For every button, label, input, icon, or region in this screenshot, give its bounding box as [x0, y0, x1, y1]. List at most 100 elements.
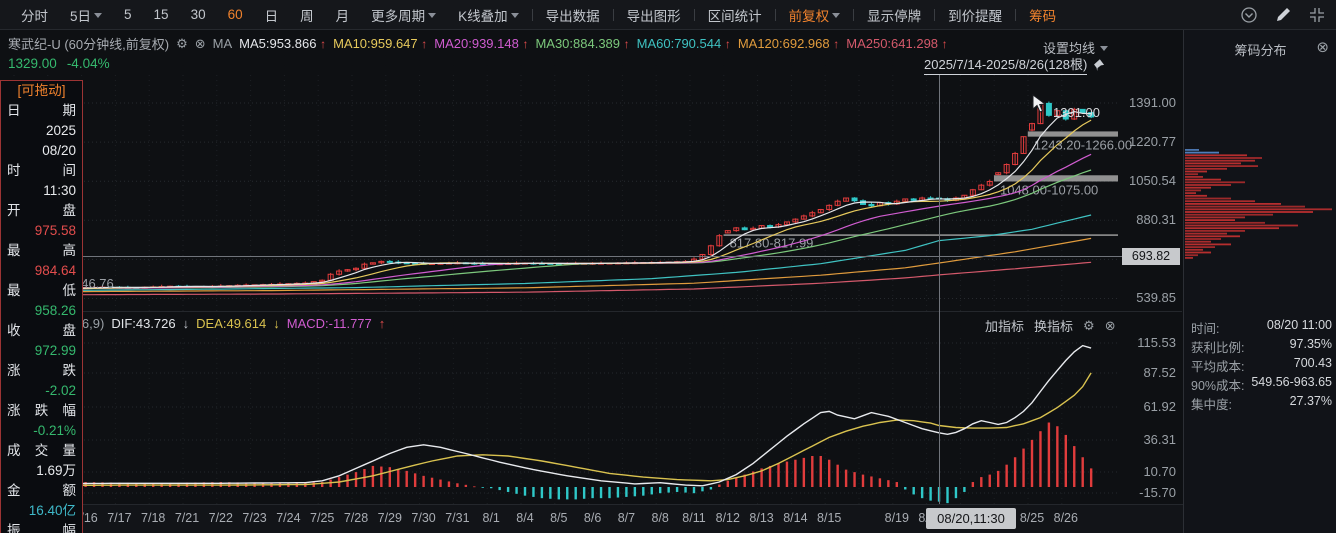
- crosshair-date-badge: 08/20,11:30: [926, 508, 1016, 529]
- info-value-7: -0.21%: [1, 421, 82, 441]
- ma-close-icon[interactable]: ⊗: [195, 36, 206, 52]
- dif-value: DIF:43.726: [111, 316, 175, 331]
- indicator-gear-icon[interactable]: ⚙: [1083, 318, 1095, 334]
- macd-tick-2: 61.92: [1143, 399, 1176, 414]
- toolbar-item-label: 前复权: [789, 5, 830, 25]
- toolbar-item-label: 区间统计: [708, 5, 762, 25]
- toolbar-separator: [853, 9, 854, 21]
- chart-header: 寒武纪-U (60分钟线,前复权) ⚙ ⊗ MA MA5:953.866 ↑MA…: [8, 34, 948, 53]
- macd-arrow-up-icon: ↑: [379, 316, 386, 331]
- info-value-8: 1.69万: [1, 461, 82, 481]
- symbol-title: 寒武纪-U (60分钟线,前复权): [8, 34, 169, 53]
- crosshair-price-badge: 693.82: [1122, 248, 1180, 265]
- ma-value-text: MA60:790.544: [637, 36, 725, 51]
- main-candlestick-chart[interactable]: 1243.20-1266.001048.00-1075.00817.80-817…: [0, 75, 1132, 312]
- chevron-down-icon: [832, 13, 840, 18]
- toolbar-item-7[interactable]: 周: [300, 5, 314, 25]
- date-tick-8/19: 8/19: [885, 511, 909, 525]
- info-value-5: 972.99: [1, 341, 82, 361]
- ma-value-text: MA5:953.866: [239, 36, 320, 51]
- info-label-10: 振幅: [1, 521, 82, 533]
- toolbar-item-label: 5: [124, 7, 132, 22]
- info-label-0: 日期: [1, 101, 82, 121]
- mouse-cursor: [1032, 94, 1048, 114]
- toolbar-item-14[interactable]: 前复权: [789, 5, 841, 25]
- clock-dropdown-icon[interactable]: [1240, 6, 1258, 24]
- ma-value-text: MA120:692.968: [738, 36, 833, 51]
- chip-stat-row-2: 平均成本:700.43: [1184, 356, 1336, 375]
- chip-distribution-panel: 筹码分布 ⊗ 时间:08/20 11:00获利比例:97.35%平均成本:700…: [1183, 30, 1336, 533]
- info-value-4: 958.26: [1, 301, 82, 321]
- toolbar-item-label: 60: [228, 7, 243, 22]
- toolbar-item-16[interactable]: 到价提醒: [948, 5, 1002, 25]
- toolbar-item-11[interactable]: 导出数据: [546, 5, 600, 25]
- collapse-icon[interactable]: [1308, 6, 1326, 24]
- toolbar-item-9[interactable]: 更多周期: [371, 5, 436, 25]
- macd-value: MACD:-11.777: [287, 316, 372, 331]
- toolbar-item-1[interactable]: 5日: [70, 5, 102, 25]
- chip-stat-row-0: 时间:08/20 11:00: [1184, 318, 1336, 337]
- switch-indicator-button[interactable]: 换指标: [1034, 316, 1073, 335]
- ma-value-text: MA20:939.148: [434, 36, 522, 51]
- date-tick-7/17: 7/17: [107, 511, 131, 525]
- chip-stat-row-4: 集中度:27.37%: [1184, 394, 1336, 413]
- chip-close-icon[interactable]: ⊗: [1316, 38, 1329, 56]
- toolbar-item-17[interactable]: 筹码: [1029, 5, 1056, 25]
- info-value-6: -2.02: [1, 381, 82, 401]
- chip-stats: 时间:08/20 11:00获利比例:97.35%平均成本:700.4390%成…: [1184, 318, 1336, 413]
- date-tick-7/21: 7/21: [175, 511, 199, 525]
- macd-tick-3: 36.31: [1143, 432, 1176, 447]
- toolbar-item-4[interactable]: 30: [191, 7, 206, 22]
- drag-handle-label[interactable]: [可拖动]: [1, 81, 82, 101]
- brush-icon[interactable]: [1274, 6, 1292, 24]
- toolbar-item-6[interactable]: 日: [265, 5, 279, 25]
- ohlc-info-panel[interactable]: [可拖动]日期202508/20时间11:30开盘975.58最高984.64最…: [0, 80, 83, 533]
- info-label-2: 开盘: [1, 201, 82, 221]
- toolbar-item-8[interactable]: 月: [336, 5, 350, 25]
- pin-icon[interactable]: [1091, 58, 1105, 72]
- info-label-7: 涨跌幅: [1, 401, 82, 421]
- date-tick-7/30: 7/30: [411, 511, 435, 525]
- toolbar-separator: [934, 9, 935, 21]
- ma-value-5: MA120:692.968 ↑: [738, 36, 839, 51]
- toolbar-item-12[interactable]: 导出图形: [627, 5, 681, 25]
- toolbar-separator: [1015, 9, 1016, 21]
- toolbar-item-2[interactable]: 5: [124, 7, 132, 22]
- ma-settings-gear-icon[interactable]: ⚙: [176, 36, 188, 52]
- toolbar-item-label: 月: [336, 5, 350, 25]
- add-indicator-button[interactable]: 加指标: [985, 316, 1024, 335]
- date-tick-8/15: 8/15: [817, 511, 841, 525]
- toolbar-right-icons: [1240, 0, 1326, 30]
- date-tick-7/31: 7/31: [445, 511, 469, 525]
- visible-range[interactable]: 2025/7/14-2025/8/26(128根): [924, 54, 1105, 75]
- macd-tick-1: 87.52: [1143, 365, 1176, 380]
- toolbar-item-10[interactable]: K线叠加: [458, 5, 519, 25]
- price-tick-0: 1391.00: [1129, 95, 1176, 110]
- date-tick-7/23: 7/23: [242, 511, 266, 525]
- ma-value-4: MA60:790.544 ↑: [637, 36, 731, 51]
- toolbar-item-15[interactable]: 显示停牌: [867, 5, 921, 25]
- toolbar-separator: [613, 9, 614, 21]
- chip-stat-value: 97.35%: [1290, 337, 1332, 351]
- toolbar-item-0[interactable]: 分时: [21, 5, 48, 25]
- ma-value-3: MA30:884.389 ↑: [535, 36, 629, 51]
- toolbar-item-label: 更多周期: [371, 5, 425, 25]
- chip-stat-row-3: 90%成本:549.56-963.65: [1184, 375, 1336, 394]
- info-label-5: 收盘: [1, 321, 82, 341]
- date-tick-8/25: 8/25: [1020, 511, 1044, 525]
- date-tick-8/1: 8/1: [482, 511, 499, 525]
- toolbar-item-3[interactable]: 15: [154, 7, 169, 22]
- date-tick-8/12: 8/12: [716, 511, 740, 525]
- toolbar-separator: [532, 9, 533, 21]
- indicator-close-icon[interactable]: ⊗: [1105, 318, 1116, 334]
- macd-chart[interactable]: [0, 338, 1132, 504]
- date-tick-7/24: 7/24: [276, 511, 300, 525]
- ma-value-text: MA10:959.647: [333, 36, 421, 51]
- chip-panel-title: 筹码分布: [1184, 40, 1336, 59]
- toolbar-item-5[interactable]: 60: [228, 7, 243, 22]
- date-tick-8/8: 8/8: [651, 511, 668, 525]
- pane-divider: [0, 311, 1182, 312]
- date-tick-7/25: 7/25: [310, 511, 334, 525]
- toolbar-item-13[interactable]: 区间统计: [708, 5, 762, 25]
- chip-stat-value: 700.43: [1294, 356, 1332, 370]
